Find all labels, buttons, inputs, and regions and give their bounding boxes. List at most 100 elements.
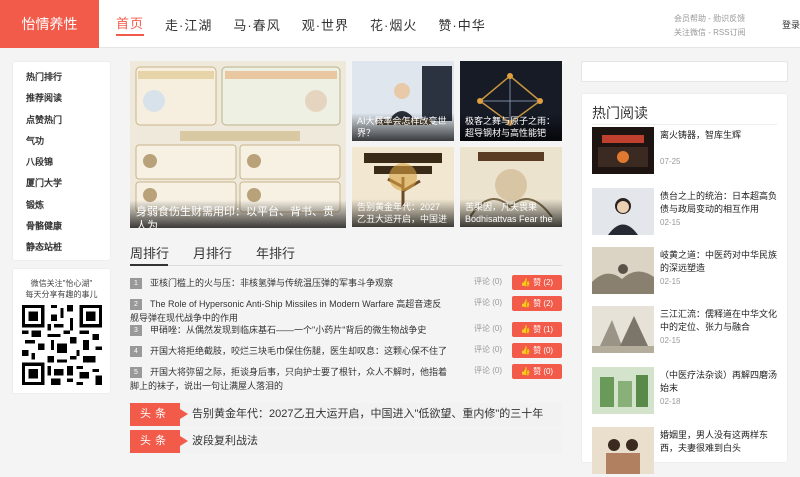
- headline-title[interactable]: 告别黄金年代：2027乙丑大运开启，中国进入"低欲望、重内修"的三十年: [192, 403, 543, 426]
- rank-title[interactable]: 亚核门槛上的火与压：非核氢弹与传统温压弹的军事斗争观察: [150, 276, 470, 290]
- hot-item[interactable]: （中医疗法杂谈）再解四磨汤始末 02-18: [592, 367, 782, 417]
- featured-1[interactable]: AI大概率会怎样改变世界？: [352, 61, 454, 141]
- headline-row[interactable]: 头条 告别黄金年代：2027乙丑大运开启，中国进入"低欲望、重内修"的三十年: [130, 403, 562, 426]
- hot-item[interactable]: 岐黄之道：中医药对中华民族的深远塑造 02-15: [592, 247, 782, 297]
- rank-title[interactable]: 甲硝唑：从偶然发现到临床基石——一个"小药片"背后的微生物战争史: [150, 323, 470, 337]
- help-feedback-link[interactable]: 会员帮助 - 勋识反馈: [674, 12, 746, 26]
- hot-item-title[interactable]: 婚姻里，男人没有这两样东西，夫妻很难到白头: [660, 429, 780, 455]
- comment-count[interactable]: 评论 (0): [474, 365, 502, 376]
- sidebar-item-zhanzhuang[interactable]: 静态站桩: [26, 240, 110, 261]
- hot-item-title[interactable]: 岐黄之道：中医药对中华民族的深远塑造: [660, 249, 780, 275]
- featured-big[interactable]: 身弱食伤生财需用印：以平台、背书、贵人为: [130, 61, 346, 228]
- hot-thumb-image: [592, 247, 654, 294]
- ranking-row: 4 开国大将拒绝截肢，咬烂三块毛巾保住伤腿，医生却叹息：这颗心保不住了 评论 (…: [130, 343, 562, 365]
- rank-title[interactable]: 开国大将拒绝截肢，咬烂三块毛巾保住伤腿，医生却叹息：这颗心保不住了: [150, 344, 470, 358]
- ranking-tabs: 周排行 月排行 年排行: [130, 243, 319, 262]
- hot-reading-divider: [592, 124, 777, 125]
- rank-title[interactable]: The Role of Hypersonic Anti-Ship Missile…: [130, 297, 450, 325]
- rank-number: 1: [130, 278, 142, 289]
- nav-world[interactable]: 观·世界: [302, 15, 349, 34]
- like-button[interactable]: 👍 赞 (2): [512, 296, 562, 311]
- like-button[interactable]: 👍 赞 (2): [512, 275, 562, 290]
- featured-1-caption[interactable]: AI大概率会怎样改变世界？: [352, 113, 454, 141]
- wechat-box: 微信关注"怡心湖" 每天分享有趣的事儿: [12, 268, 111, 394]
- nav-jianghu[interactable]: 走·江湖: [165, 15, 212, 34]
- hot-item-date: 02-15: [660, 277, 681, 286]
- wechat-rss-link[interactable]: 关注微信 - RSS订阅: [674, 26, 746, 40]
- qr-code-icon: [22, 305, 102, 385]
- hot-item-date: 02-15: [660, 336, 681, 345]
- ranking-row: 5 开国大将弥留之际，拒谈身后事，只向护士要了根针，众人不解时，他指着脚上的袜子…: [130, 364, 562, 392]
- nav-china[interactable]: 赞·中华: [438, 15, 485, 34]
- sidebar-item-baduanjin[interactable]: 八段锦: [26, 155, 110, 176]
- featured-2-caption[interactable]: 极客之舞与原子之雨：超导钢材与高性能钯: [460, 113, 562, 141]
- sidebar-item-likes[interactable]: 点赞热门: [26, 113, 110, 134]
- tab-underline: [130, 264, 562, 266]
- sidebar-item-recommend[interactable]: 推荐阅读: [26, 91, 110, 112]
- rank-number: 3: [130, 325, 142, 336]
- ranking-row: 1 亚核门槛上的火与压：非核氢弹与传统温压弹的军事斗争观察 评论 (0) 👍 赞…: [130, 275, 562, 297]
- wechat-follow-text: 微信关注"怡心湖": [30, 279, 93, 288]
- search-input[interactable]: [581, 61, 788, 82]
- nav-home[interactable]: 首页: [116, 13, 145, 36]
- hot-thumb-image: [592, 188, 654, 235]
- top-bar: 怡情养性 首页 走·江湖 马·春风 观·世界 花·烟火 赞·中华 会员帮助 - …: [0, 0, 800, 48]
- tab-weekly[interactable]: 周排行: [130, 243, 169, 262]
- like-count: 赞 (1): [533, 325, 554, 334]
- rank-number: 4: [130, 346, 142, 357]
- sidebar-item-bone-health[interactable]: 骨骼健康: [26, 219, 110, 240]
- hot-item-date: 07-25: [660, 157, 681, 166]
- featured-4[interactable]: 苦果因，凡夫畏果Bodhisattvas Fear the: [460, 147, 562, 227]
- hot-item-date: 02-15: [660, 218, 681, 227]
- sidebar-item-hot-rank[interactable]: 热门排行: [26, 70, 110, 91]
- hot-item-title[interactable]: 债台之上的统治：日本超高负债与政局变动的相互作用: [660, 190, 780, 216]
- comment-count[interactable]: 评论 (0): [474, 344, 502, 355]
- site-logo[interactable]: 怡情养性: [0, 0, 99, 48]
- like-count: 赞 (0): [533, 346, 554, 355]
- comment-count[interactable]: 评论 (0): [474, 297, 502, 308]
- like-count: 赞 (2): [533, 299, 554, 308]
- main-nav: 首页 走·江湖 马·春风 观·世界 花·烟火 赞·中华: [116, 0, 507, 48]
- sidebar-item-exercise[interactable]: 锻炼: [26, 198, 110, 219]
- top-links: 会员帮助 - 勋识反馈 关注微信 - RSS订阅: [674, 12, 746, 40]
- ranking-row: 3 甲硝唑：从偶然发现到临床基石——一个"小药片"背后的微生物战争史 评论 (0…: [130, 322, 562, 344]
- like-count: 赞 (2): [533, 278, 554, 287]
- hot-item[interactable]: 三江汇流：儒释道在中华文化中的定位、张力与融合 02-15: [592, 306, 782, 356]
- hot-item[interactable]: 债台之上的统治：日本超高负债与政局变动的相互作用 02-15: [592, 188, 782, 238]
- tab-monthly[interactable]: 月排行: [193, 243, 232, 262]
- featured-big-caption[interactable]: 身弱食伤生财需用印：以平台、背书、贵人为: [130, 200, 346, 228]
- sidebar-item-xiamen-university[interactable]: 厦门大学: [26, 176, 110, 197]
- sidebar-item-qigong[interactable]: 气功: [26, 134, 110, 155]
- nav-chunfeng[interactable]: 马·春风: [233, 15, 280, 34]
- featured-3[interactable]: 告别黄金年代：2027乙丑大运开启，中国进: [352, 147, 454, 227]
- headline-tag: 头条: [130, 403, 188, 426]
- like-count: 赞 (0): [533, 367, 554, 376]
- like-button[interactable]: 👍 赞 (1): [512, 322, 562, 337]
- tab-yearly[interactable]: 年排行: [256, 243, 295, 262]
- hot-thumb-image: [592, 127, 654, 174]
- login-link[interactable]: 登录: [782, 18, 800, 31]
- nav-fireworks[interactable]: 花·烟火: [370, 15, 417, 34]
- hot-item-title[interactable]: 三江汇流：儒释道在中华文化中的定位、张力与融合: [660, 308, 780, 334]
- like-button[interactable]: 👍 赞 (0): [512, 364, 562, 379]
- featured-2[interactable]: 极客之舞与原子之雨：超导钢材与高性能钯: [460, 61, 562, 141]
- hot-item-title[interactable]: 离火铸器，智库生辉: [660, 129, 780, 142]
- hot-item-title[interactable]: （中医疗法杂谈）再解四磨汤始末: [660, 369, 780, 395]
- hot-thumb-image: [592, 306, 654, 353]
- category-sidebar: 热门排行 推荐阅读 点赞热门 气功 八段锦 厦门大学 锻炼 骨骼健康 静态站桩: [12, 61, 111, 261]
- hot-reading-title: 热门阅读: [592, 105, 648, 121]
- hot-item[interactable]: 离火铸器，智库生辉 07-25: [592, 127, 782, 177]
- featured-3-caption[interactable]: 告别黄金年代：2027乙丑大运开启，中国进: [352, 199, 454, 227]
- hot-reading-panel: 热门阅读 离火铸器，智库生辉 07-25 债台之上的统治：日本超高负债与政局变动…: [581, 93, 788, 474]
- featured-4-caption[interactable]: 苦果因，凡夫畏果Bodhisattvas Fear the: [460, 199, 562, 227]
- ranking-row: 2 The Role of Hypersonic Anti-Ship Missi…: [130, 296, 562, 324]
- hot-item-date: 02-18: [660, 397, 681, 406]
- comment-count[interactable]: 评论 (0): [474, 276, 502, 287]
- hot-item[interactable]: 婚姻里，男人没有这两样东西，夫妻很难到白头: [592, 427, 782, 477]
- wechat-share-text: 每天分享有趣的事儿: [25, 290, 98, 299]
- hot-thumb-image: [592, 427, 654, 474]
- rank-title[interactable]: 开国大将弥留之际，拒谈身后事，只向护士要了根针，众人不解时，他指着脚上的袜子，说…: [130, 365, 450, 393]
- like-button[interactable]: 👍 赞 (0): [512, 343, 562, 358]
- comment-count[interactable]: 评论 (0): [474, 323, 502, 334]
- hot-thumb-image: [592, 367, 654, 414]
